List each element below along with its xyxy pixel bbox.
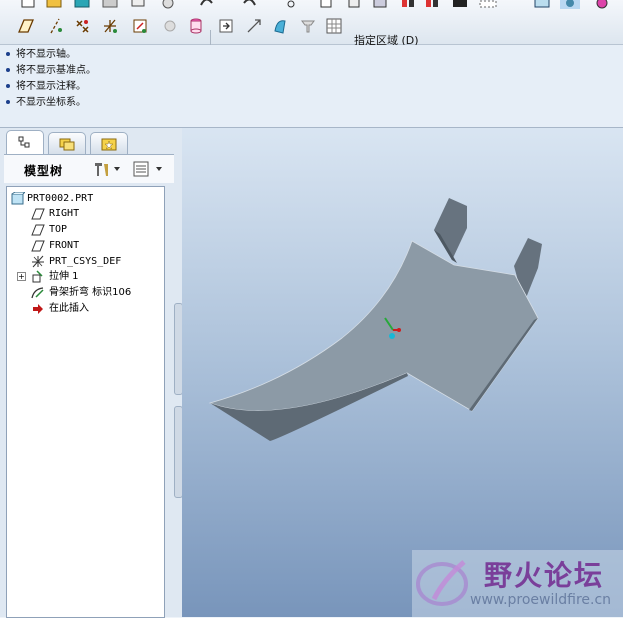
- disabled-icon: [160, 16, 180, 36]
- show-menu-icon[interactable]: [132, 160, 168, 181]
- toolbar-row-2: 指定区域 (D): [0, 14, 623, 50]
- print-icon[interactable]: [100, 0, 120, 9]
- select-icon[interactable]: [244, 16, 264, 36]
- tree-node-label: 在此插入: [49, 303, 89, 314]
- paste-special-icon[interactable]: [158, 0, 178, 9]
- cylinder-icon[interactable]: [186, 16, 206, 36]
- bullet-icon: [6, 68, 10, 72]
- part-tab-left-side: [434, 198, 467, 260]
- bullet-icon: [6, 100, 10, 104]
- tree-node-label: FRONT: [49, 240, 80, 251]
- coord-sys-icon[interactable]: [100, 16, 120, 36]
- tree-node-part[interactable]: PRT0002.PRT: [11, 191, 159, 206]
- tree-node-label: 骨架折弯 标识106: [49, 287, 132, 298]
- part-icon: [11, 192, 25, 205]
- folder-browser-tab[interactable]: [48, 132, 86, 154]
- datum-axis-icon[interactable]: [46, 16, 66, 36]
- copy-icon[interactable]: [316, 0, 336, 9]
- graphics-window[interactable]: [182, 128, 623, 617]
- message-text: 将不显示轴。: [16, 49, 76, 60]
- watermark-title: 野火论坛: [484, 559, 605, 592]
- tree-node-label: PRT0002.PRT: [27, 193, 94, 204]
- message-text: 将不显示注释。: [16, 81, 86, 92]
- navigator-panel: 模型树 PRT0002.PRT RIGHT TOP FRONT PRT_CSYS…: [0, 128, 183, 618]
- message-line: 不显示坐标系。: [6, 95, 86, 110]
- view-icon[interactable]: [450, 0, 470, 9]
- tree-node-right[interactable]: RIGHT: [31, 206, 159, 221]
- open-icon[interactable]: [44, 0, 64, 9]
- tree-node-spinal-bend[interactable]: 骨架折弯 标识106: [31, 285, 159, 300]
- email-icon[interactable]: [128, 0, 148, 9]
- regenerate-icon[interactable]: [370, 0, 390, 9]
- model-tree-header: 模型树: [4, 154, 174, 183]
- tree-node-front[interactable]: FRONT: [31, 238, 159, 253]
- insert-icon[interactable]: [216, 16, 236, 36]
- tree-node-label: PRT_CSYS_DEF: [49, 256, 122, 267]
- cut-icon[interactable]: [284, 0, 304, 9]
- message-line: 将不显示注释。: [6, 79, 86, 94]
- datum-plane-icon[interactable]: [16, 16, 36, 36]
- message-line: 将不显示基准点。: [6, 63, 96, 78]
- redo-icon[interactable]: [240, 0, 260, 9]
- appearance-icon[interactable]: [592, 0, 612, 9]
- watermark-logo-icon: [416, 560, 468, 606]
- pin-icon[interactable]: [298, 16, 318, 36]
- insert-here-arrow-icon: [33, 304, 43, 314]
- spinal-bend-icon: [31, 287, 44, 299]
- bullet-icon: [6, 84, 10, 88]
- new-icon[interactable]: [18, 0, 38, 9]
- grid-icon[interactable]: [324, 16, 344, 36]
- smart-select-icon[interactable]: [270, 16, 290, 36]
- watermark-url: www.proewildfire.cn: [470, 592, 612, 608]
- paste-icon[interactable]: [344, 0, 364, 9]
- coord-sys-icon: [32, 255, 44, 268]
- datum-point-icon[interactable]: [72, 16, 92, 36]
- orient-icon[interactable]: [478, 0, 498, 9]
- display-style-icon[interactable]: [560, 0, 580, 9]
- favorites-icon: [101, 138, 117, 150]
- tree-node-label: 拉伸 1: [49, 271, 79, 282]
- message-area: 将不显示轴。 将不显示基准点。 将不显示注释。 不显示坐标系。: [0, 45, 623, 128]
- expand-toggle-icon[interactable]: +: [17, 272, 26, 281]
- spin-icon[interactable]: [532, 0, 552, 9]
- extrude-icon: [32, 270, 43, 283]
- favorites-tab[interactable]: [90, 132, 128, 154]
- message-line: 将不显示轴。: [6, 47, 76, 62]
- undo-icon[interactable]: [196, 0, 216, 9]
- repaint-icon[interactable]: [422, 0, 442, 9]
- settings-icon[interactable]: [92, 160, 122, 181]
- model-tree-icon: [18, 136, 30, 148]
- datum-plane-icon: [31, 224, 45, 236]
- tree-node-insert-here[interactable]: 在此插入: [31, 301, 159, 316]
- bullet-icon: [6, 52, 10, 56]
- folder-icon: [59, 138, 75, 150]
- main-toolbar: 指定区域 (D): [0, 0, 623, 50]
- navigator-tabs: [4, 130, 182, 155]
- model-tree: PRT0002.PRT RIGHT TOP FRONT PRT_CSYS_DEF…: [6, 186, 165, 618]
- datum-plane-icon: [31, 208, 45, 220]
- model-tree-title: 模型树: [24, 164, 64, 178]
- tree-node-top[interactable]: TOP: [31, 222, 159, 237]
- tree-node-extrude[interactable]: + 拉伸 1: [17, 269, 159, 284]
- tree-node-label: RIGHT: [49, 208, 80, 219]
- toolbar-row-1: [0, 0, 623, 9]
- message-text: 将不显示基准点。: [16, 65, 96, 76]
- message-text: 不显示坐标系。: [16, 97, 86, 108]
- sketch-icon[interactable]: [130, 16, 150, 36]
- tree-node-label: TOP: [49, 224, 68, 235]
- model-view: [208, 198, 542, 441]
- datum-plane-icon: [31, 240, 45, 252]
- tree-node-csys[interactable]: PRT_CSYS_DEF: [31, 254, 159, 269]
- find-icon[interactable]: [398, 0, 418, 9]
- watermark: 野火论坛 www.proewildfire.cn: [412, 550, 623, 617]
- model-tree-tab[interactable]: [6, 130, 44, 155]
- save-icon[interactable]: [72, 0, 92, 9]
